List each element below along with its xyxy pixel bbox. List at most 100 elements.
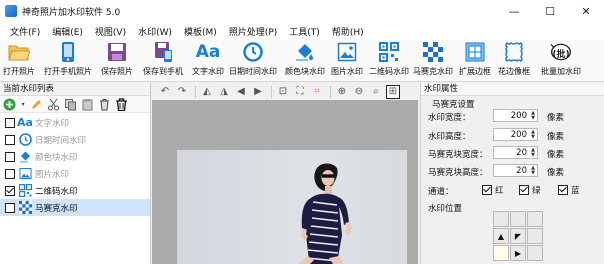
position-top-center[interactable]	[510, 211, 526, 227]
redo-icon[interactable]: ↷	[175, 85, 189, 99]
menu-tools[interactable]: 工具(T)	[283, 25, 326, 38]
open-phone-photo-button[interactable]: 打开手机照片	[44, 41, 92, 77]
stepper-value: 20	[516, 147, 527, 158]
list-item-label: 颜色块水印	[35, 152, 78, 163]
zoom-out-icon[interactable]: ⊖	[352, 85, 366, 99]
menu-bar: 文件(F) 编辑(E) 视图(V) 水印(W) 模板(M) 照片处理(P) 工具…	[0, 22, 604, 40]
save-to-phone-button[interactable]: 保存到手机	[143, 41, 183, 77]
menu-edit[interactable]: 编辑(E)	[46, 25, 89, 38]
unit-label: 像素	[547, 132, 565, 142]
list-item-label: 马赛克水印	[35, 203, 78, 214]
block-width-stepper[interactable]: 20 ▲ ▼	[493, 146, 538, 159]
list-item-image-watermark[interactable]: 图片水印	[0, 165, 150, 182]
list-item-color-block-watermark[interactable]: 颜色块水印	[0, 148, 150, 165]
image-watermark-button[interactable]: 图片水印	[331, 41, 363, 77]
color-block-watermark-button[interactable]: 颜色块水印	[285, 41, 325, 77]
photo-preview[interactable]	[177, 150, 407, 264]
channel-red-checkbox[interactable]: 红	[482, 184, 504, 196]
delete-icon[interactable]	[98, 98, 111, 111]
zoom-in-icon[interactable]: ⊕	[335, 85, 349, 99]
stepper-arrows-icon[interactable]: ▲ ▼	[529, 110, 537, 121]
position-middle-right[interactable]	[527, 228, 543, 244]
chevron-down-icon[interactable]: ▾	[20, 98, 26, 111]
picture-icon	[336, 41, 358, 63]
list-item-text-watermark[interactable]: Aa 文字水印	[0, 114, 150, 131]
minimize-button[interactable]: —	[496, 0, 532, 22]
datetime-watermark-button[interactable]: 日期时间水印	[229, 41, 277, 77]
item-checkbox[interactable]	[5, 202, 15, 213]
arrow-up-icon: ▲	[497, 231, 505, 241]
cut-icon[interactable]	[47, 98, 60, 111]
paste-icon[interactable]	[81, 98, 94, 111]
position-bottom-left[interactable]	[493, 245, 509, 261]
zoom-search-icon[interactable]: ⌕	[369, 85, 383, 99]
channel-label: 通道：	[428, 187, 454, 197]
rotate-left-icon[interactable]: ◭	[200, 85, 214, 99]
item-checkbox[interactable]	[5, 134, 15, 145]
item-checkbox[interactable]	[5, 151, 15, 162]
rotate-right-icon[interactable]: ◮	[217, 85, 231, 99]
height-label: 水印高度：	[428, 132, 471, 142]
list-item-mosaic-watermark[interactable]: 马赛克水印	[0, 199, 150, 216]
block-height-stepper[interactable]: 20 ▲ ▼	[493, 164, 538, 177]
save-photo-button[interactable]: 保存照片	[101, 41, 133, 77]
mosaic-icon	[18, 201, 32, 215]
menu-view[interactable]: 视图(V)	[89, 25, 132, 38]
channel-blue-checkbox[interactable]: 蓝	[558, 184, 580, 196]
channel-green-checkbox[interactable]: 绿	[519, 184, 541, 196]
position-middle-left[interactable]: ▲	[493, 228, 509, 244]
clear-all-icon[interactable]	[115, 97, 128, 111]
fit-width-icon[interactable]: ⊡	[276, 85, 290, 99]
edit-pencil-icon[interactable]	[30, 98, 43, 111]
checkbox[interactable]	[558, 185, 568, 195]
menu-file[interactable]: 文件(F)	[4, 25, 46, 38]
watermark-list-panel: 当前水印列表 ▾ Aa 文字水印 日期时间水印 颜色块水印 图片水印 二维码水印…	[0, 83, 151, 264]
list-item-label: 二维码水印	[35, 186, 78, 197]
flower-frame-button[interactable]: 花边像框	[498, 41, 530, 77]
list-item-datetime-watermark[interactable]: 日期时间水印	[0, 131, 150, 148]
watermark-height-stepper[interactable]: 200 ▲ ▼	[493, 128, 538, 141]
mosaic-watermark-button[interactable]: 马赛克水印	[413, 41, 453, 77]
item-checkbox[interactable]	[5, 117, 15, 128]
qrcode-watermark-button[interactable]: 二维码水印	[369, 41, 409, 77]
unit-label: 像素	[547, 168, 565, 178]
menu-help[interactable]: 帮助(H)	[326, 25, 370, 38]
flip-vertical-icon[interactable]: ▶	[251, 85, 265, 99]
block-height-label: 马赛克块高度：	[428, 168, 488, 178]
menu-photo-process[interactable]: 照片处理(P)	[223, 25, 283, 38]
item-checkbox[interactable]	[5, 168, 15, 179]
stepper-arrows-icon[interactable]: ▲ ▼	[529, 165, 537, 176]
checkbox[interactable]	[482, 185, 492, 195]
position-center[interactable]: ◤	[510, 228, 526, 244]
item-checkbox[interactable]	[5, 185, 15, 196]
actual-size-icon[interactable]: ⊞	[386, 84, 400, 99]
position-bottom-right[interactable]	[527, 245, 543, 261]
position-top-left[interactable]	[493, 211, 509, 227]
position-top-right[interactable]	[527, 211, 543, 227]
qrcode-icon	[378, 41, 400, 63]
batch-watermark-button[interactable]: (批) 批量加水印	[541, 41, 581, 77]
panel-title: 当前水印列表	[0, 83, 150, 96]
image-canvas[interactable]	[152, 100, 418, 264]
crop-icon[interactable]: ⌗	[310, 85, 324, 99]
stepper-arrows-icon[interactable]: ▲ ▼	[529, 129, 537, 140]
close-button[interactable]: ✕	[568, 0, 604, 22]
text-watermark-button[interactable]: Aa 文字水印	[192, 41, 224, 77]
unit-label: 像素	[547, 150, 565, 160]
copy-icon[interactable]	[64, 98, 77, 111]
undo-icon[interactable]: ↶	[158, 85, 172, 99]
fit-screen-icon[interactable]: ⛶	[293, 85, 307, 99]
open-photo-button[interactable]: 打开照片	[3, 41, 35, 77]
flip-horizontal-icon[interactable]: ◀	[234, 85, 248, 99]
menu-template[interactable]: 模板(M)	[178, 25, 223, 38]
extend-border-button[interactable]: 扩展边框	[459, 41, 491, 77]
checkbox[interactable]	[519, 185, 529, 195]
maximize-button[interactable]: ☐	[532, 0, 568, 22]
position-bottom-center[interactable]: ▶	[510, 245, 526, 261]
watermark-width-stepper[interactable]: 200 ▲ ▼	[493, 109, 538, 122]
floppy-disk-icon	[106, 41, 128, 63]
menu-watermark[interactable]: 水印(W)	[132, 25, 178, 38]
list-item-qrcode-watermark[interactable]: 二维码水印	[0, 182, 150, 199]
add-icon[interactable]	[3, 98, 16, 111]
stepper-arrows-icon[interactable]: ▲ ▼	[529, 147, 537, 158]
